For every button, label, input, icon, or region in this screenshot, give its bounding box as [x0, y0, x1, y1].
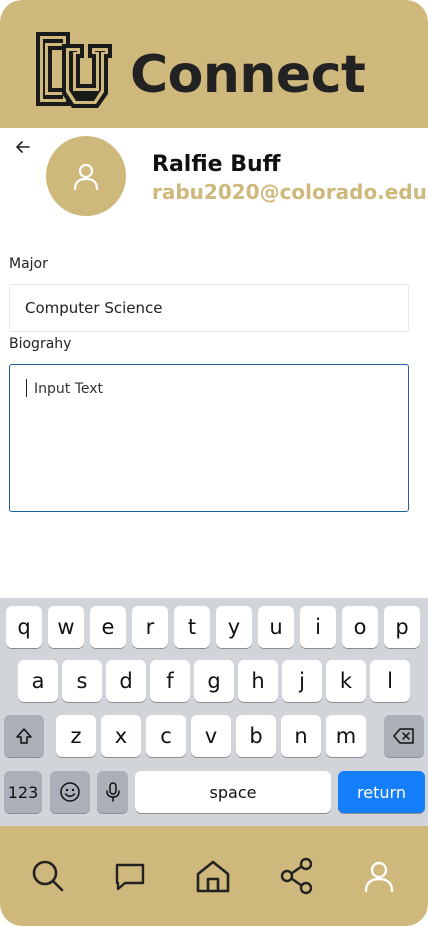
major-field[interactable]: Computer Science: [9, 284, 409, 332]
delete-key[interactable]: [384, 715, 424, 757]
app-header: Connect: [0, 0, 428, 128]
major-value: Computer Science: [25, 299, 163, 317]
share-icon[interactable]: [277, 856, 317, 896]
keyboard: q w e r t y u i o p a s d f g h j k l z …: [0, 598, 428, 826]
home-icon[interactable]: [193, 856, 233, 896]
microphone-icon: [105, 782, 120, 802]
chat-icon[interactable]: [110, 856, 150, 896]
numbers-key[interactable]: 123: [4, 771, 42, 813]
avatar[interactable]: [46, 136, 126, 216]
biography-placeholder: Input Text: [34, 381, 104, 397]
key-z[interactable]: z: [56, 715, 96, 757]
key-j[interactable]: j: [282, 660, 322, 702]
back-arrow-icon[interactable]: [12, 136, 34, 158]
search-icon[interactable]: [28, 856, 68, 896]
key-u[interactable]: u: [258, 606, 294, 648]
key-k[interactable]: k: [326, 660, 366, 702]
text-cursor: [26, 379, 27, 397]
profile-email: rabu2020@colorado.edu: [152, 180, 427, 204]
key-f[interactable]: f: [150, 660, 190, 702]
key-v[interactable]: v: [191, 715, 231, 757]
cu-logo: [36, 32, 112, 108]
key-r[interactable]: r: [132, 606, 168, 648]
space-key[interactable]: space: [135, 771, 331, 813]
key-s[interactable]: s: [62, 660, 102, 702]
key-l[interactable]: l: [370, 660, 410, 702]
key-t[interactable]: t: [174, 606, 210, 648]
key-q[interactable]: q: [6, 606, 42, 648]
key-x[interactable]: x: [101, 715, 141, 757]
biography-label: Biograhy: [9, 336, 72, 352]
key-n[interactable]: n: [281, 715, 321, 757]
key-p[interactable]: p: [384, 606, 420, 648]
user-icon: [73, 163, 99, 191]
key-w[interactable]: w: [48, 606, 84, 648]
backspace-icon: [393, 728, 414, 744]
key-c[interactable]: c: [146, 715, 186, 757]
shift-icon: [16, 728, 32, 744]
app-title: Connect: [130, 45, 366, 105]
emoji-icon: [60, 782, 80, 802]
profile-name: Ralfie Buff: [152, 152, 281, 177]
key-h[interactable]: h: [238, 660, 278, 702]
key-y[interactable]: y: [216, 606, 252, 648]
key-o[interactable]: o: [342, 606, 378, 648]
key-m[interactable]: m: [326, 715, 366, 757]
key-a[interactable]: a: [18, 660, 58, 702]
profile-icon[interactable]: [359, 856, 399, 896]
dictation-key[interactable]: [97, 771, 128, 813]
major-label: Major: [9, 256, 48, 272]
biography-textarea[interactable]: Input Text: [9, 364, 409, 512]
key-g[interactable]: g: [194, 660, 234, 702]
return-key[interactable]: return: [338, 771, 425, 813]
emoji-key[interactable]: [50, 771, 90, 813]
key-e[interactable]: e: [90, 606, 126, 648]
key-i[interactable]: i: [300, 606, 336, 648]
key-d[interactable]: d: [106, 660, 146, 702]
phone-screen: Connect Ralfie Buff rabu2020@colorado.ed…: [0, 0, 428, 926]
shift-key[interactable]: [4, 715, 44, 757]
key-b[interactable]: b: [236, 715, 276, 757]
